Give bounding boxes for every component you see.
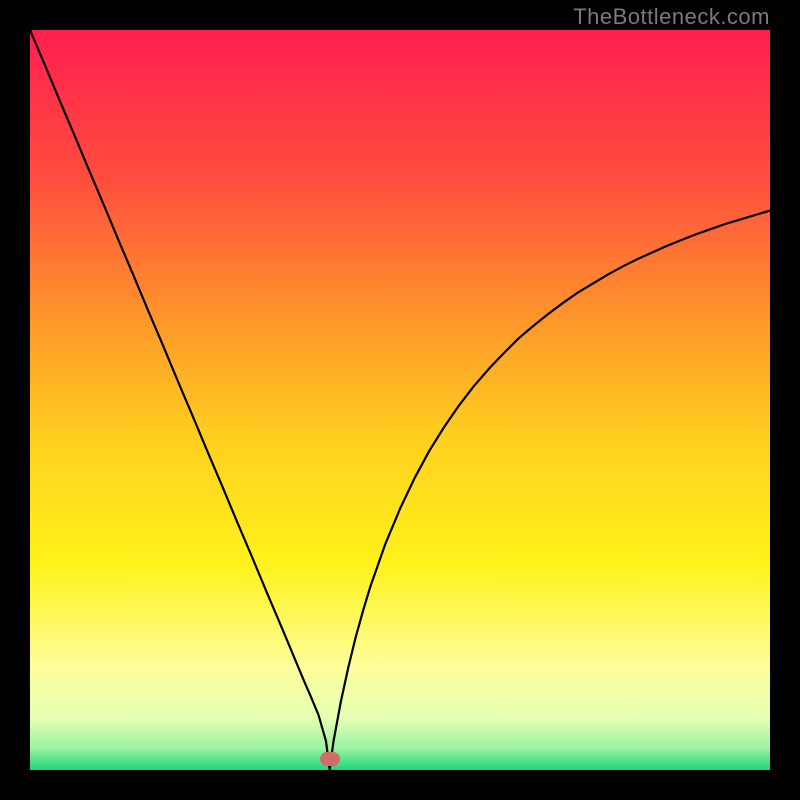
bottleneck-curve <box>30 30 770 770</box>
curve-layer <box>30 30 770 770</box>
watermark-text: TheBottleneck.com <box>573 4 770 30</box>
plot-area <box>30 30 770 770</box>
optimum-marker <box>320 752 340 766</box>
chart-frame: TheBottleneck.com <box>0 0 800 800</box>
